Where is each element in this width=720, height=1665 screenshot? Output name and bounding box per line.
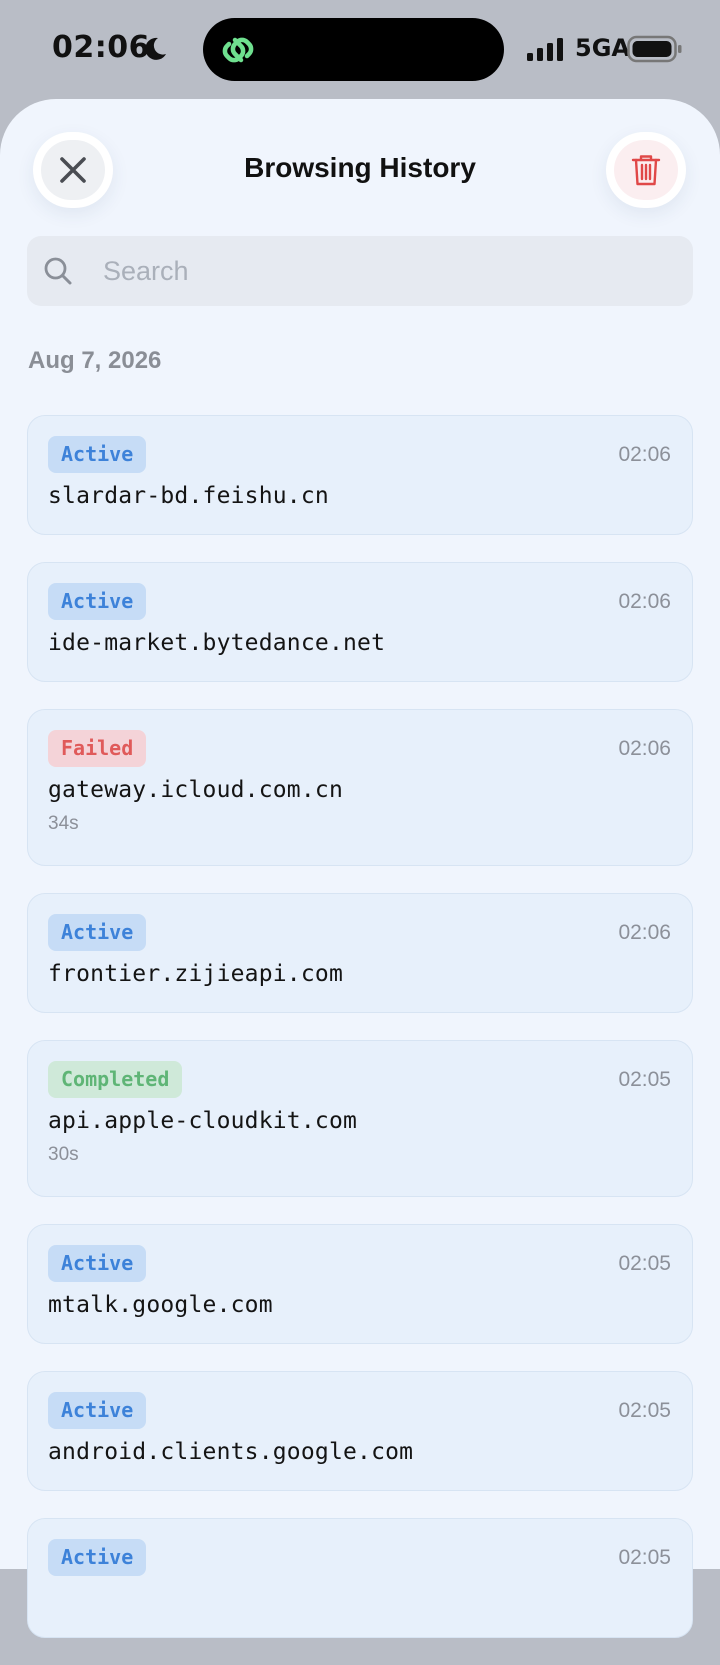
history-item[interactable]: Active 02:05 android.clients.google.com xyxy=(27,1371,693,1491)
item-time: 02:06 xyxy=(618,443,671,466)
signal-icon xyxy=(527,38,563,61)
status-badge: Active xyxy=(48,1392,147,1429)
item-time: 02:06 xyxy=(618,737,671,760)
item-host: api.apple-cloudkit.com xyxy=(48,1108,358,1134)
history-item[interactable]: Active 02:06 slardar-bd.feishu.cn xyxy=(27,415,693,535)
item-host: frontier.zijieapi.com xyxy=(48,961,343,987)
item-host: mtalk.google.com xyxy=(48,1292,273,1318)
status-bar: 02:06 5GA xyxy=(0,0,720,100)
status-badge: Active xyxy=(48,1245,147,1282)
status-badge: Active xyxy=(48,1539,147,1576)
status-time: 02:06 xyxy=(52,30,150,65)
trash-icon xyxy=(631,155,661,186)
history-item[interactable]: Active 02:05 mtalk.google.com xyxy=(27,1224,693,1344)
search-bar[interactable] xyxy=(27,236,693,306)
status-badge: Active xyxy=(48,436,147,473)
search-input[interactable] xyxy=(103,236,673,306)
battery-icon xyxy=(627,35,682,63)
dynamic-island xyxy=(203,18,504,81)
status-badge: Completed xyxy=(48,1061,183,1098)
item-host: slardar-bd.feishu.cn xyxy=(48,483,329,509)
search-icon xyxy=(44,257,72,285)
link-icon xyxy=(222,37,254,63)
item-time: 02:05 xyxy=(618,1252,671,1275)
item-host: android.clients.google.com xyxy=(48,1439,414,1465)
item-time: 02:05 xyxy=(618,1068,671,1091)
history-item[interactable]: Completed 02:05 api.apple-cloudkit.com 3… xyxy=(27,1040,693,1197)
history-item[interactable]: Active 02:05 xyxy=(27,1518,693,1638)
item-duration: 30s xyxy=(48,1144,79,1165)
history-item[interactable]: Failed 02:06 gateway.icloud.com.cn 34s xyxy=(27,709,693,866)
item-time: 02:06 xyxy=(618,590,671,613)
network-type: 5GA xyxy=(575,34,630,62)
moon-icon xyxy=(145,37,166,60)
item-time: 02:05 xyxy=(618,1399,671,1422)
item-time: 02:06 xyxy=(618,921,671,944)
status-badge: Failed xyxy=(48,730,147,767)
item-host: gateway.icloud.com.cn xyxy=(48,777,343,803)
date-section-header: Aug 7, 2026 xyxy=(28,347,162,374)
history-list: Active 02:06 slardar-bd.feishu.cn Active… xyxy=(27,415,693,1665)
item-duration: 34s xyxy=(48,813,79,834)
status-badge: Active xyxy=(48,914,147,951)
item-host: ide-market.bytedance.net xyxy=(48,630,386,656)
history-item[interactable]: Active 02:06 frontier.zijieapi.com xyxy=(27,893,693,1013)
clear-history-button[interactable] xyxy=(606,132,686,208)
item-time: 02:05 xyxy=(618,1546,671,1569)
status-badge: Active xyxy=(48,583,147,620)
history-item[interactable]: Active 02:06 ide-market.bytedance.net xyxy=(27,562,693,682)
